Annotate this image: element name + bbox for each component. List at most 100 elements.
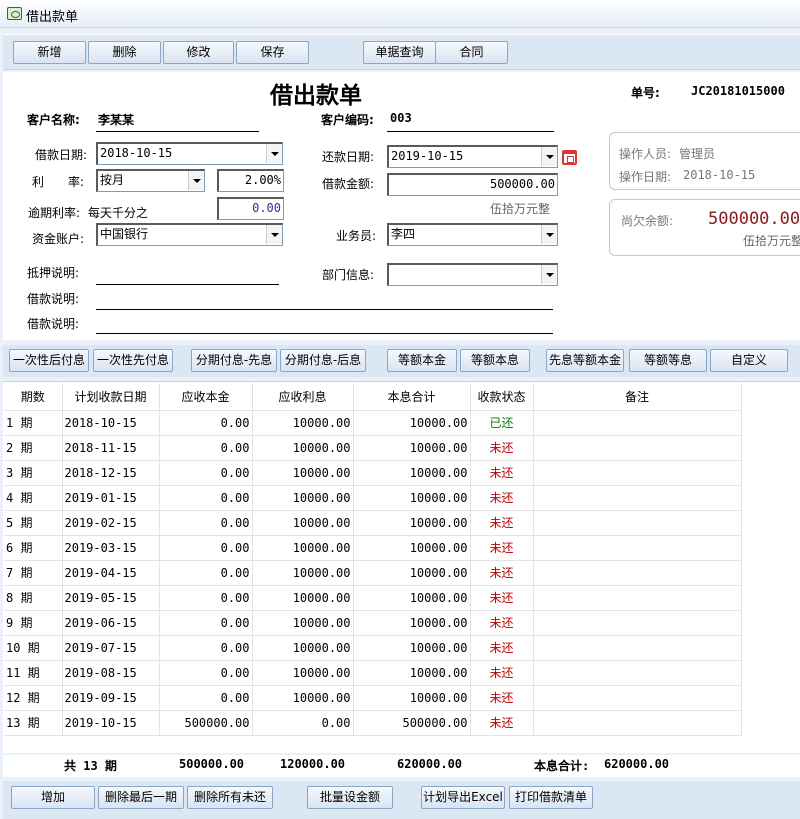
plan-button-6[interactable]: 等额本息 [460,349,530,372]
cell-total[interactable]: 10000.00 [353,435,471,461]
cell-date[interactable]: 2019-04-15 [62,560,160,586]
cell-date[interactable]: 2019-01-15 [62,485,160,511]
cell-status[interactable]: 未还 [470,710,534,736]
cell-period[interactable]: 11 期 [4,660,63,686]
cell-total[interactable]: 10000.00 [353,485,471,511]
cell-remark[interactable] [533,410,742,436]
table-row[interactable]: 10 期 2019-07-15 0.00 10000.00 10000.00 未还 [4,635,742,661]
calendar-icon[interactable] [562,150,577,165]
cell-date[interactable]: 2019-10-15 [62,710,160,736]
rate-input[interactable]: 2.00% [217,169,284,192]
cell-date[interactable]: 2019-07-15 [62,635,160,661]
repay-date-field[interactable]: 2019-10-15 [387,145,558,168]
cell-principal[interactable]: 0.00 [159,510,253,536]
save-button[interactable]: 保存 [236,41,309,64]
cell-status[interactable]: 未还 [470,560,534,586]
cell-date[interactable]: 2019-02-15 [62,510,160,536]
cell-principal[interactable]: 0.00 [159,610,253,636]
plan-button-2[interactable]: 一次性先付息 [93,349,173,372]
cell-date[interactable]: 2019-09-15 [62,685,160,711]
col-interest[interactable]: 应收利息 [252,383,354,411]
cell-date[interactable]: 2019-06-15 [62,610,160,636]
cell-interest[interactable]: 10000.00 [252,535,354,561]
chevron-down-icon[interactable] [266,225,282,244]
loan-date-field[interactable]: 2018-10-15 [96,142,283,165]
cell-period[interactable]: 3 期 [4,460,63,486]
plan-button-1[interactable]: 一次性后付息 [9,349,89,372]
cell-status[interactable]: 未还 [470,660,534,686]
cell-total[interactable]: 10000.00 [353,685,471,711]
cell-remark[interactable] [533,535,742,561]
col-status[interactable]: 收款状态 [470,383,534,411]
table-row[interactable]: 2 期 2018-11-15 0.00 10000.00 10000.00 未还 [4,435,742,461]
cell-remark[interactable] [533,510,742,536]
cell-interest[interactable]: 10000.00 [252,435,354,461]
table-row[interactable]: 8 期 2019-05-15 0.00 10000.00 10000.00 未还 [4,585,742,611]
cell-remark[interactable] [533,610,742,636]
cell-date[interactable]: 2018-11-15 [62,435,160,461]
cell-period[interactable]: 4 期 [4,485,63,511]
cell-status[interactable]: 未还 [470,460,534,486]
cell-remark[interactable] [533,585,742,611]
table-row[interactable]: 5 期 2019-02-15 0.00 10000.00 10000.00 未还 [4,510,742,536]
cell-period[interactable]: 13 期 [4,710,63,736]
plan-button-5[interactable]: 等额本金 [387,349,457,372]
cell-principal[interactable]: 0.00 [159,485,253,511]
edit-button[interactable]: 修改 [163,41,234,64]
cell-remark[interactable] [533,560,742,586]
chevron-down-icon[interactable] [266,144,282,163]
cell-interest[interactable]: 10000.00 [252,585,354,611]
cell-interest[interactable]: 0.00 [252,710,354,736]
cell-status[interactable]: 未还 [470,685,534,711]
cell-remark[interactable] [533,710,742,736]
query-button[interactable]: 单据查询 [363,41,436,64]
delete-last-button[interactable]: 删除最后一期 [98,786,184,809]
cell-date[interactable]: 2019-03-15 [62,535,160,561]
chevron-down-icon[interactable] [541,265,557,284]
table-row[interactable]: 13 期 2019-10-15 500000.00 0.00 500000.00 未还 [4,710,742,736]
cell-period[interactable]: 8 期 [4,585,63,611]
overdue-input[interactable]: 0.00 [217,197,284,220]
col-total[interactable]: 本息合计 [353,383,471,411]
rate-period-select[interactable]: 按月 [96,169,205,192]
customer-name-value[interactable]: 李某某 [98,111,134,128]
cell-remark[interactable] [533,685,742,711]
col-period[interactable]: 期数 [4,383,63,411]
export-excel-button[interactable]: 计划导出Excel [421,786,505,809]
cell-remark[interactable] [533,635,742,661]
cell-remark[interactable] [533,460,742,486]
cell-principal[interactable]: 0.00 [159,460,253,486]
add-button[interactable]: 新增 [13,41,86,64]
cell-total[interactable]: 500000.00 [353,710,471,736]
cell-interest[interactable]: 10000.00 [252,410,354,436]
cell-status[interactable]: 未还 [470,635,534,661]
cell-remark[interactable] [533,660,742,686]
collateral-line[interactable] [96,284,279,285]
delete-button[interactable]: 删除 [88,41,161,64]
cell-total[interactable]: 10000.00 [353,510,471,536]
chevron-down-icon[interactable] [541,225,557,244]
cell-total[interactable]: 10000.00 [353,585,471,611]
print-list-button[interactable]: 打印借款清单 [509,786,593,809]
col-date[interactable]: 计划收款日期 [62,383,160,411]
cell-total[interactable]: 10000.00 [353,460,471,486]
chevron-down-icon[interactable] [188,171,204,190]
cell-interest[interactable]: 10000.00 [252,510,354,536]
cell-status[interactable]: 未还 [470,435,534,461]
cell-total[interactable]: 10000.00 [353,535,471,561]
cell-status[interactable]: 未还 [470,585,534,611]
cell-total[interactable]: 10000.00 [353,660,471,686]
table-row[interactable]: 9 期 2019-06-15 0.00 10000.00 10000.00 未还 [4,610,742,636]
plan-button-8[interactable]: 等额等息 [629,349,707,372]
plan-button-9[interactable]: 自定义 [710,349,788,372]
cell-date[interactable]: 2019-08-15 [62,660,160,686]
plan-button-3[interactable]: 分期付息-先息 [191,349,277,372]
salesman-select[interactable]: 李四 [387,223,558,246]
cell-principal[interactable]: 0.00 [159,435,253,461]
cell-period[interactable]: 12 期 [4,685,63,711]
cell-interest[interactable]: 10000.00 [252,610,354,636]
cell-period[interactable]: 9 期 [4,610,63,636]
col-principal[interactable]: 应收本金 [159,383,253,411]
chevron-down-icon[interactable] [541,147,557,166]
cell-principal[interactable]: 0.00 [159,410,253,436]
